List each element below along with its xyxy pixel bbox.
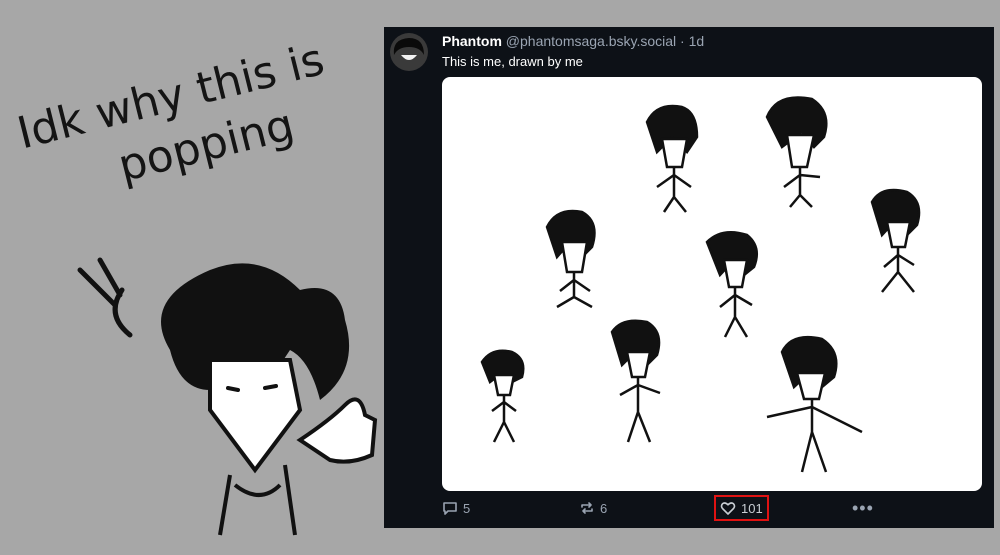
- post-actions: 5 6 101 •••: [442, 495, 982, 521]
- sketch-figure: [870, 188, 921, 293]
- portrait-face: [208, 358, 303, 474]
- portrait-body: [218, 464, 297, 536]
- like-count: 101: [741, 500, 763, 516]
- post-image[interactable]: [442, 77, 982, 491]
- social-post[interactable]: Phantom @phantomsaga.bsky.social · 1d Th…: [384, 27, 994, 528]
- repost-icon: [581, 502, 593, 514]
- repost-count: 6: [600, 500, 608, 516]
- avatar[interactable]: [390, 33, 428, 71]
- reply-icon: [443, 502, 457, 515]
- pointer-line: [77, 257, 133, 338]
- sketch-figure: [765, 96, 828, 208]
- sketch-figure: [545, 209, 596, 309]
- sketch-figure: [610, 319, 661, 443]
- post-age[interactable]: 1d: [689, 33, 705, 49]
- handle[interactable]: @phantomsaga.bsky.social: [506, 33, 676, 49]
- sketch-figure: [766, 335, 863, 473]
- portrait-thumbs-up: [296, 397, 378, 464]
- separator: ·: [680, 33, 685, 49]
- heart-icon: [720, 502, 736, 515]
- handwritten-caption: Idk why this is popping: [12, 32, 343, 217]
- character-sketches-image: [480, 96, 921, 473]
- post-text: This is me, drawn by me: [442, 54, 583, 69]
- reply-button[interactable]: 5: [442, 497, 470, 519]
- more-icon: •••: [852, 497, 874, 518]
- meme-panel: Idk why this is popping: [0, 0, 384, 555]
- sketch-figure: [480, 349, 525, 443]
- post-header: Phantom @phantomsaga.bsky.social · 1d: [442, 33, 704, 49]
- reply-count: 5: [463, 500, 471, 516]
- more-options-button[interactable]: •••: [852, 497, 874, 519]
- self-portrait-drawing: [77, 257, 378, 536]
- repost-button[interactable]: 6: [579, 497, 607, 519]
- display-name[interactable]: Phantom: [442, 33, 502, 49]
- sketch-figure: [645, 104, 699, 213]
- avatar-image: [393, 38, 424, 60]
- sketch-figure: [705, 230, 759, 338]
- like-button[interactable]: 101: [714, 495, 769, 521]
